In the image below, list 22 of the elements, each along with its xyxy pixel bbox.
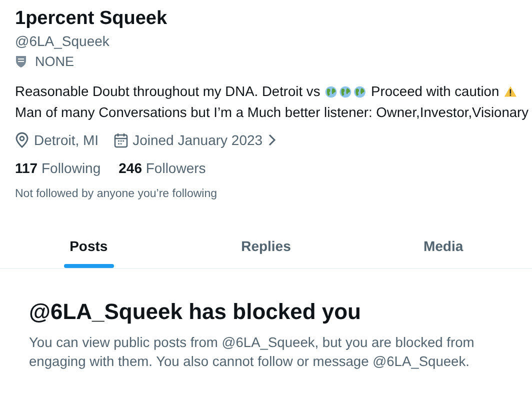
blocked-message: You can view public posts from @6LA_Squeek, but you are blocked from engaging with them. You also cannot follow or message @6LA_Squeek. [29, 334, 476, 371]
location-pin-icon [15, 132, 29, 148]
profile-tab[interactable]: Replies [177, 224, 355, 268]
shield-icon [15, 55, 27, 68]
location-text: Detroit, MI [34, 132, 99, 148]
warning-icon [504, 84, 517, 99]
profile-name: 1percent Squeek [15, 8, 168, 30]
bio-text: Reasonable Doubt throughout my DNA. Detroit vs [15, 83, 320, 101]
chevron-right-icon[interactable] [268, 134, 276, 146]
bio-text: Proceed with caution [371, 83, 500, 101]
profile-tab[interactable]: Posts [0, 224, 178, 268]
joined-date-text: Joined January 2023 [132, 132, 263, 148]
profile-label: NONE [35, 54, 74, 69]
blocked-title: @6LA_Squeek has blocked you [29, 299, 362, 325]
followed-by-note: Not followed by anyone you’re following [15, 188, 218, 200]
stat-link[interactable]: 117 Following [15, 160, 101, 176]
profile-handle: @6LA_Squeek [15, 33, 110, 49]
globe-icons [325, 84, 366, 100]
stat-link[interactable]: 246 Followers [118, 160, 206, 176]
bio-text: Man of many Conversations but I’m a Much better listener: Owner,Investor,Visionary [15, 104, 529, 122]
profile-tab[interactable]: Media [354, 224, 532, 268]
calendar-icon [114, 132, 128, 148]
